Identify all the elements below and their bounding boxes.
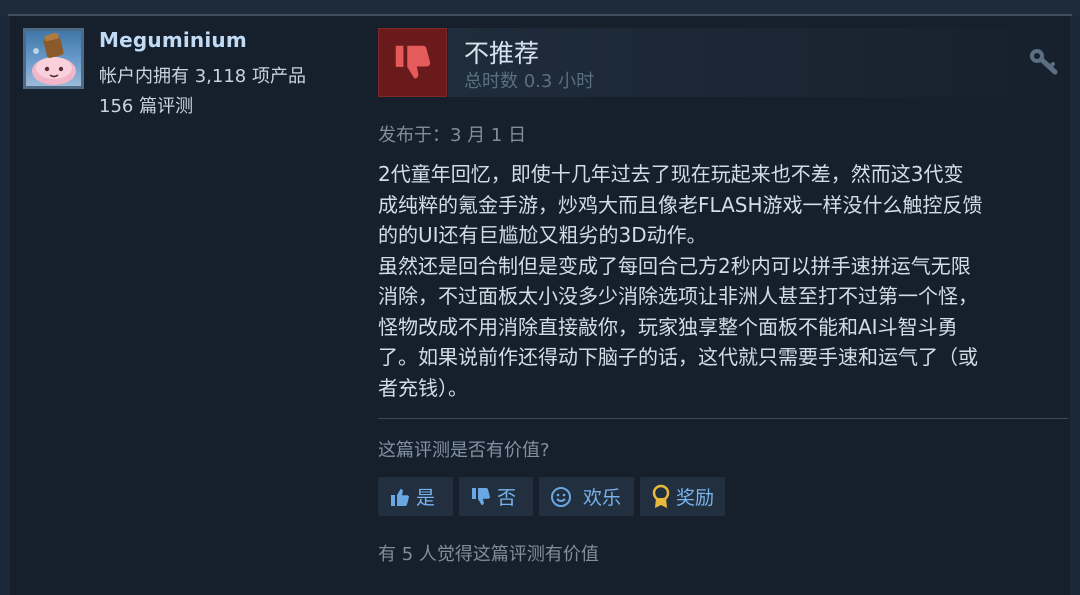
vote-yes-label: 是 [416,487,436,509]
hours-played: 总时数 0.3 小时 [464,71,595,92]
review-line: 了。如果说前作还得动下脑子的话，这代就只需要手速和运气了（或 [378,345,978,369]
thumbs-down-icon [395,45,430,79]
key-icon[interactable] [1026,44,1060,78]
thumbs-up-icon [391,488,409,506]
vote-no-label: 否 [497,487,517,509]
review-line: 的的UI还有巨尴尬又粗劣的3D动作。 [378,223,707,247]
author-name[interactable]: Meguminium [99,28,247,52]
products-owned[interactable]: 帐户内拥有 3,118 项产品 [99,62,306,88]
smile-icon [551,486,571,507]
thumbs-down-icon [472,487,490,505]
review-line: 虽然还是回合制但是变成了每回合己方2秒内可以拼手速拼运气无限 [378,253,971,278]
vote-no-button[interactable]: 否 [459,477,533,516]
review-line: 成纯粹的氪金手游，炒鸡大而且像老FLASH游戏一样没什么触控反馈 [378,192,983,217]
award-icon [652,484,670,508]
verdict-thumb [378,28,447,97]
review-line: 怪物改成不用消除直接敲你，玩家独享整个面板不能和AI斗智斗勇 [378,314,958,339]
avatar-image [26,31,81,86]
avatar[interactable] [23,28,84,89]
helpful-summary: 有 5 人觉得这篇评测有价值 [378,544,599,565]
review-body: 2代童年回忆，即使十几年过去了现在玩起来也不差，然而这3代变 成纯粹的氪金手游，… [378,159,1064,403]
reviews-count[interactable]: 156 篇评测 [99,92,193,118]
award-label: 奖励 [676,487,715,509]
divider [378,418,1068,419]
review-verdict[interactable]: 不推荐 [464,34,539,70]
helpful-question: 这篇评测是否有价值? [378,440,550,461]
review-line: 者充钱）。 [378,375,468,400]
award-button[interactable]: 奖励 [640,477,725,516]
vote-funny-label: 欢乐 [583,487,622,509]
review-line: 消除，不过面板太小没多少消除选项让非洲人甚至打不过第一个怪， [378,284,978,308]
vote-funny-button[interactable]: 欢乐 [539,477,634,516]
review-line: 2代童年回忆，即使十几年过去了现在玩起来也不差，然而这3代变 [378,162,964,186]
posted-date: 发布于：3 月 1 日 [378,125,527,146]
vote-yes-button[interactable]: 是 [378,477,453,516]
